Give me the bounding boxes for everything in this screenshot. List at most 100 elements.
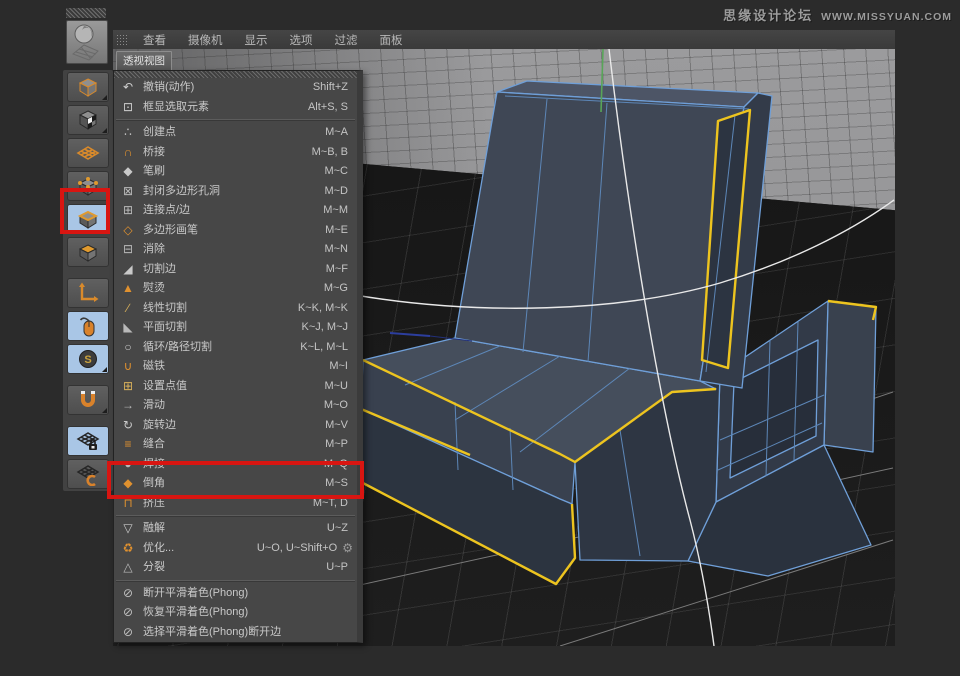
menu-item-shortcut: Alt+S, S [308, 98, 348, 118]
menu-item-label: 切割边 [143, 260, 326, 280]
toolbar-group-gap [65, 418, 111, 423]
menu-item-brush[interactable]: ◆笔刷M~C [114, 162, 357, 182]
menu-item-close-hole[interactable]: ⊠封闭多边形孔洞M~D [114, 182, 357, 202]
menu-item-line-cut[interactable]: ∕线性切割K~K, M~K [114, 299, 357, 319]
context-menu-list: ↶撤销(动作)Shift+Z⊡框显选取元素Alt+S, S ∴创建点M~A∩桥接M… [114, 78, 357, 642]
menu-item-shortcut: K~L, M~L [300, 338, 348, 358]
application-window: 思缘设计论坛WWW.MISSYUAN.COM [0, 0, 960, 676]
menu-item-shortcut: M~B, B [312, 143, 348, 163]
menu-item-label: 循环/路径切割 [143, 338, 300, 358]
menu-item-stitch[interactable]: ≡缝合M~P [114, 435, 357, 455]
menu-item-melt[interactable]: ▽ 融解U~Z [114, 519, 357, 539]
menu-tear-off-handle[interactable] [114, 71, 357, 78]
make-editable-icon [76, 75, 100, 99]
menu-item-plane-cut[interactable]: ◣平面切割K~J, M~J [114, 318, 357, 338]
make-editable-button[interactable] [67, 72, 109, 102]
menubar-item[interactable]: 选项 [279, 32, 324, 48]
polygon-pen-icon: ◇ [119, 221, 137, 241]
melt-icon: ▽ [119, 519, 137, 539]
menu-item-break-phong[interactable]: ⊘断开平滑着色(Phong) [114, 584, 357, 604]
texture-mode-icon [76, 108, 100, 132]
menu-item-cut-edge[interactable]: ◢切割边M~F [114, 260, 357, 280]
workplane-snap-button[interactable] [67, 459, 109, 489]
axis-mode-button[interactable] [67, 278, 109, 308]
set-point-value-icon: ⊞ [119, 377, 137, 397]
texture-mode-button[interactable] [67, 105, 109, 135]
menu-item-shortcut: M~G [324, 279, 348, 299]
menu-item-shortcut: U~Z [327, 519, 348, 539]
loop-path-cut-icon: ○ [119, 338, 137, 358]
menu-item-label: 分裂 [143, 558, 326, 578]
polygons-mode-button[interactable] [67, 237, 109, 267]
workplane-mode-button[interactable] [67, 138, 109, 168]
menu-item-rotate-edge[interactable]: ↻旋转边M~V [114, 416, 357, 436]
menu-item-label: 缝合 [143, 435, 325, 455]
points-mode-button[interactable] [67, 171, 109, 201]
menubar-item[interactable]: 过滤 [324, 32, 369, 48]
menu-item-connect[interactable]: ⊞连接点/边M~M [114, 201, 357, 221]
bevel-icon: ◆ [119, 474, 137, 494]
menu-item-shortcut: M~N [324, 240, 348, 260]
menu-item-label: 断开平滑着色(Phong) [143, 584, 348, 604]
menu-item-weld[interactable]: ●焊接M~Q [114, 455, 357, 475]
menu-item-label: 消除 [143, 240, 324, 260]
menu-item-shortcut: K~J, M~J [302, 318, 348, 338]
menu-item-bridge[interactable]: ∩桥接M~B, B [114, 143, 357, 163]
weld-icon: ● [119, 455, 137, 475]
menu-item-shortcut: M~O [324, 396, 348, 416]
menu-item-slide[interactable]: →滑动M~O [114, 396, 357, 416]
menubar-items: 查看摄像机显示选项过滤面板 [132, 32, 414, 48]
menu-item-shortcut: M~D [324, 182, 348, 202]
menu-item-label: 撤销(动作) [143, 78, 313, 98]
menu-item-label: 融解 [143, 519, 327, 539]
menu-item-create-point[interactable]: ∴创建点M~A [114, 123, 357, 143]
menu-item-dissolve[interactable]: ⊟消除M~N [114, 240, 357, 260]
menu-item-undo[interactable]: ↶撤销(动作)Shift+Z [114, 78, 357, 98]
menu-item-set-point[interactable]: ⊞设置点值M~U [114, 377, 357, 397]
menu-item-polygon-pen[interactable]: ◇多边形画笔M~E [114, 221, 357, 241]
viewport-view-label[interactable]: 透视视图 [116, 51, 172, 71]
menu-item-label: 多边形画笔 [143, 221, 325, 241]
tweak-mode-button[interactable] [67, 311, 109, 341]
menu-item-split[interactable]: △分裂U~P [114, 558, 357, 578]
menu-item-shortcut: M~C [324, 162, 348, 182]
menu-item-label: 旋转边 [143, 416, 325, 436]
menu-item-frame-selected[interactable]: ⊡框显选取元素Alt+S, S [114, 98, 357, 118]
menu-item-restore-phong[interactable]: ⊘ 恢复平滑着色(Phong) [114, 603, 357, 623]
magnet-icon [76, 388, 100, 412]
workplane-lock-icon [76, 429, 100, 453]
edges-mode-button[interactable] [67, 204, 109, 234]
frame-selection-icon: ⊡ [119, 98, 137, 118]
iron-icon: ▲ [119, 279, 137, 299]
settings-gear-icon[interactable]: ⚙ [342, 539, 353, 559]
split-icon: △ [119, 558, 137, 578]
menu-item-shortcut: M~S [325, 474, 348, 494]
menubar-item[interactable]: 查看 [132, 32, 177, 48]
menu-item-magnet[interactable]: ∪磁铁M~I [114, 357, 357, 377]
menubar-item[interactable]: 摄像机 [177, 32, 234, 48]
magnet-snap-button[interactable] [67, 385, 109, 415]
create-point-icon: ∴ [119, 123, 137, 143]
snap-mode-button[interactable]: S [67, 344, 109, 374]
menu-item-extrude[interactable]: ⊓挤压M~T, D [114, 494, 357, 514]
menu-item-select-phong[interactable]: ⊘选择平滑着色(Phong)断开边 [114, 623, 357, 643]
palette-drag-handle[interactable] [66, 8, 106, 18]
menu-item-optimize[interactable]: ♻优化...U~O, U~Shift+O⚙ [114, 539, 357, 559]
workplane-snap-icon [76, 462, 100, 486]
menubar-grip-icon[interactable] [116, 34, 128, 46]
menu-item-label: 恢复平滑着色(Phong) [143, 603, 348, 623]
brush-icon: ◆ [119, 162, 137, 182]
workplane-lock-button[interactable] [67, 426, 109, 456]
restore-phong-shading-icon: ⊘ [119, 603, 137, 623]
optimize-icon: ♻ [119, 539, 137, 559]
watermark-site-url: WWW.MISSYUAN.COM [821, 11, 952, 23]
menu-item-bevel[interactable]: ◆倒角M~S [114, 474, 357, 494]
submenu-indicator [102, 128, 107, 133]
close-polygon-hole-icon: ⊠ [119, 182, 137, 202]
menubar-item[interactable]: 面板 [369, 32, 414, 48]
menu-item-iron[interactable]: ▲熨烫M~G [114, 279, 357, 299]
menu-item-loop-cut[interactable]: ○ 循环/路径切割K~L, M~L [114, 338, 357, 358]
menu-item-label: 磁铁 [143, 357, 329, 377]
menubar-item[interactable]: 显示 [234, 32, 279, 48]
menu-separator [116, 515, 355, 517]
